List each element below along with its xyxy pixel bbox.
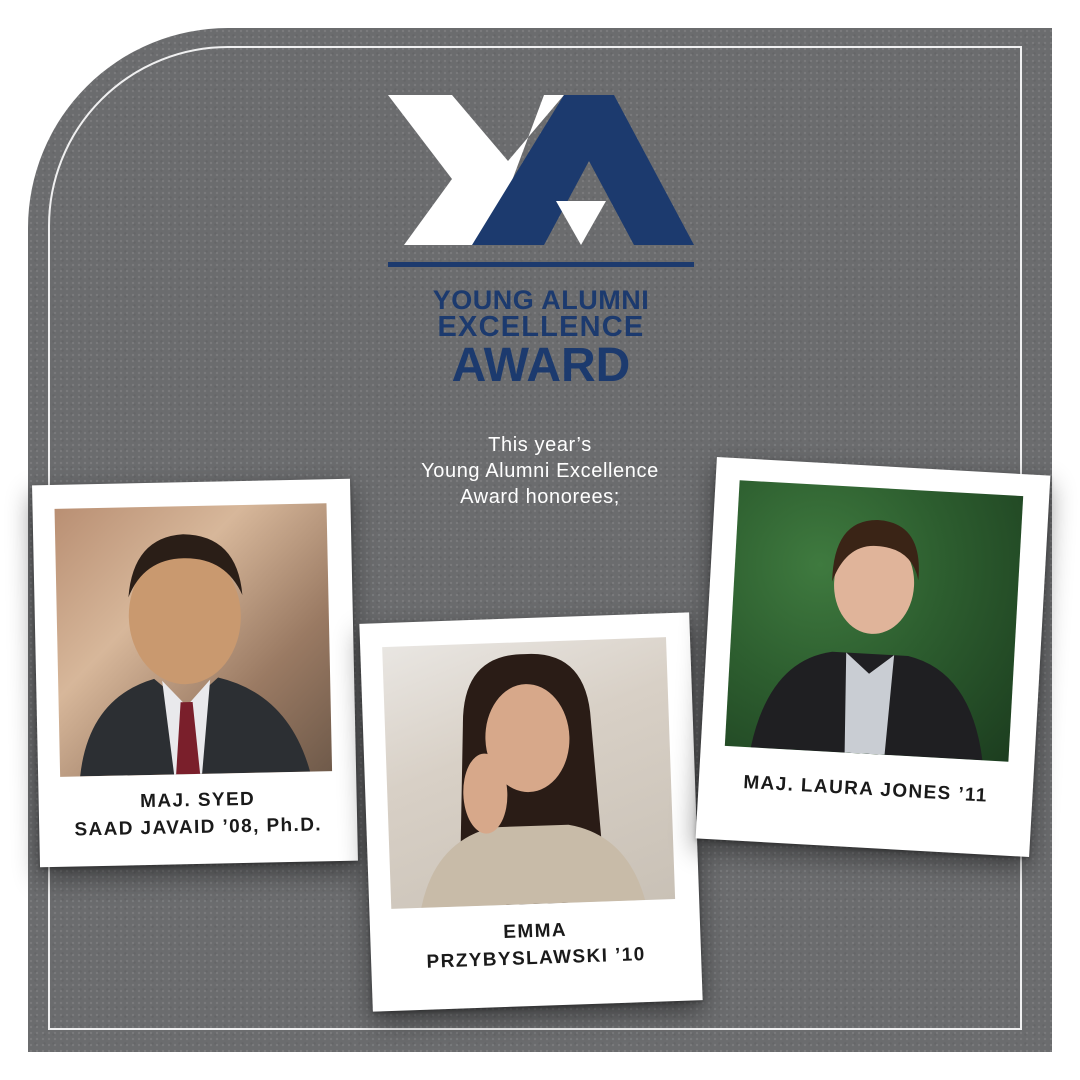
logo-divider — [388, 262, 694, 267]
intro-line-3: Award honorees; — [460, 486, 620, 508]
wordmark-young-alumni: YOUNG ALUMNI — [432, 285, 650, 315]
wordmark-award: AWARD — [451, 339, 631, 392]
portrait-woman-ivy-background — [750, 520, 983, 761]
ya-monogram-logo — [388, 95, 694, 245]
intro-line-2: Young Alumni Excellence — [421, 460, 659, 482]
intro-line-1: This year’s — [488, 434, 592, 456]
wordmark-excellence: EXCELLENCE — [437, 311, 645, 343]
honoree-polaroid-3: MAJ. LAURA JONES ’11 — [695, 456, 1051, 858]
logo-a-notch — [556, 201, 606, 245]
honoree-photo-2 — [382, 637, 676, 909]
honoree-name-2: EMMA PRZYBYSLAWSKI ’10 — [370, 912, 702, 977]
honoree-polaroid-1: MAJ. SYED SAAD JAVAID ’08, Ph.D. — [32, 478, 358, 868]
portrait-woman-long-hair — [421, 653, 646, 908]
intro-text: This year’s Young Alumni Excellence Awar… — [380, 432, 700, 510]
honoree-name-1: MAJ. SYED SAAD JAVAID ’08, Ph.D. — [38, 784, 357, 845]
honoree-name-1-line-2: SAAD JAVAID ’08, Ph.D. — [74, 814, 323, 841]
honoree-name-3-line-1: MAJ. LAURA JONES ’11 — [742, 771, 989, 807]
honoree-name-3: MAJ. LAURA JONES ’11 — [698, 766, 1033, 812]
portrait-man-suit — [80, 534, 311, 777]
honoree-photo-3 — [724, 480, 1024, 762]
honoree-polaroid-2: EMMA PRZYBYSLAWSKI ’10 — [359, 612, 703, 1012]
honoree-photo-1 — [54, 503, 333, 777]
